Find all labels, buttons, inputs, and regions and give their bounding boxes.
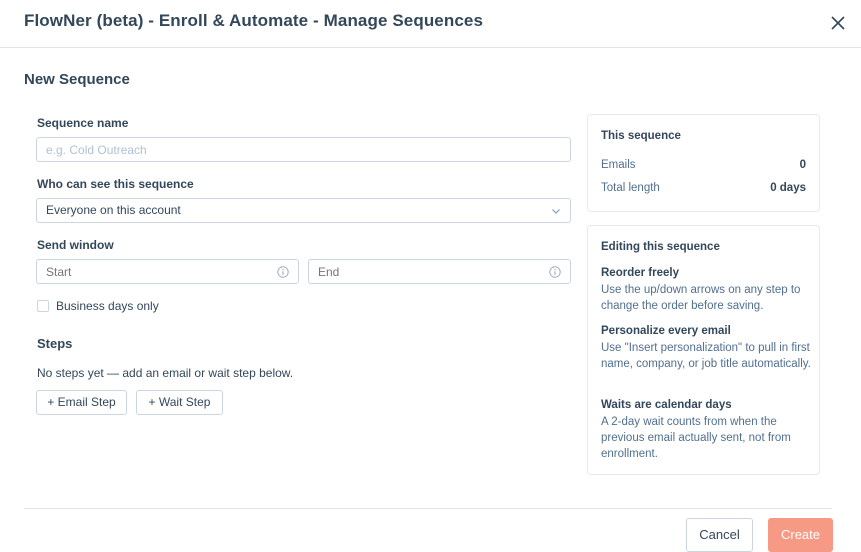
visibility-select-value: Everyone on this account bbox=[46, 203, 181, 217]
send-window-end-input[interactable] bbox=[308, 259, 571, 284]
footer-divider bbox=[24, 508, 832, 509]
tip-title: Personalize every email bbox=[601, 325, 731, 337]
send-window-start-field[interactable] bbox=[37, 260, 285, 283]
add-email-step-button[interactable]: + Email Step bbox=[36, 390, 127, 415]
add-wait-step-button[interactable]: + Wait Step bbox=[136, 390, 223, 415]
tip-body: A 2-day wait counts from when the previo… bbox=[601, 416, 791, 460]
create-button[interactable]: Create bbox=[768, 518, 833, 552]
modal-title: FlowNer (beta) - Enroll & Automate - Man… bbox=[24, 11, 484, 30]
sequence-summary-card: This sequence Emails 0 Total length 0 da… bbox=[587, 114, 820, 212]
tip-body: Use the up/down arrows on any step to ch… bbox=[601, 284, 801, 312]
sequence-name-input[interactable] bbox=[36, 137, 571, 162]
steps-title: Steps bbox=[37, 336, 73, 351]
tip-title: Waits are calendar days bbox=[601, 399, 732, 411]
total-length-label: Total length bbox=[601, 182, 660, 194]
steps-empty-text: No steps yet — add an email or wait step… bbox=[37, 366, 294, 380]
cancel-button[interactable]: Cancel bbox=[686, 518, 753, 552]
info-icon bbox=[277, 266, 289, 278]
editing-tips-card: Editing this sequence Reorder freely Use… bbox=[587, 225, 820, 475]
business-days-checkbox[interactable] bbox=[37, 300, 49, 312]
modal-header: FlowNer (beta) - Enroll & Automate - Man… bbox=[0, 0, 861, 48]
tips-title: Editing this sequence bbox=[601, 241, 720, 253]
summary-title: This sequence bbox=[601, 130, 681, 142]
visibility-label: Who can see this sequence bbox=[37, 177, 194, 191]
close-button[interactable] bbox=[828, 13, 848, 33]
info-icon bbox=[549, 266, 561, 278]
sequence-name-label: Sequence name bbox=[37, 116, 129, 130]
total-length-value: 0 days bbox=[770, 182, 806, 194]
emails-count: 0 bbox=[799, 159, 806, 171]
send-window-start-input[interactable] bbox=[36, 259, 299, 284]
visibility-select[interactable]: Everyone on this account bbox=[36, 198, 571, 223]
tip-body: Use "Insert personalization" to pull in … bbox=[601, 342, 811, 370]
emails-label: Emails bbox=[601, 159, 636, 171]
section-title: New Sequence bbox=[24, 71, 130, 88]
close-icon bbox=[831, 16, 845, 30]
chevron-down-icon bbox=[552, 209, 560, 214]
tip-title: Reorder freely bbox=[601, 267, 679, 279]
send-window-end-field[interactable] bbox=[309, 260, 557, 283]
send-window-label: Send window bbox=[37, 238, 114, 252]
business-days-label[interactable]: Business days only bbox=[56, 299, 159, 313]
